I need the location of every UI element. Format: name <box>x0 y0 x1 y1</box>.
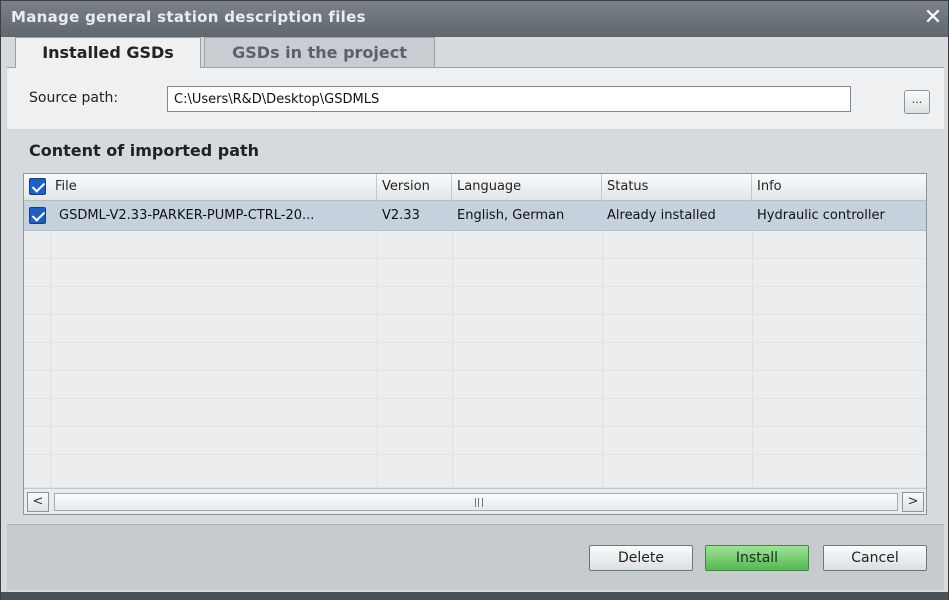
empty-row <box>24 371 926 399</box>
empty-row <box>24 315 926 343</box>
browse-button[interactable]: ... <box>904 90 930 114</box>
install-button[interactable]: Install <box>705 545 809 571</box>
button-bar: Delete Install Cancel <box>7 524 944 590</box>
source-panel: Source path: ... <box>7 67 944 129</box>
dialog-window: Manage general station description files… <box>0 0 949 600</box>
window-title: Manage general station description files <box>11 8 366 26</box>
table-header: File Version Language Status Info <box>24 174 926 201</box>
empty-row <box>24 343 926 371</box>
select-all-checkbox[interactable] <box>29 178 46 195</box>
column-file[interactable]: File <box>50 174 377 201</box>
column-version[interactable]: Version <box>377 174 452 201</box>
source-path-label: Source path: <box>29 90 119 106</box>
grip-icon <box>475 498 483 507</box>
cell-file: GSDML-V2.33-PARKER-PUMP-CTRL-20... <box>59 208 315 223</box>
cell-version: V2.33 <box>382 208 420 223</box>
scroll-left-icon[interactable]: < <box>27 492 49 512</box>
title-bar: Manage general station description files… <box>1 1 948 37</box>
column-divider <box>452 231 453 491</box>
column-info[interactable]: Info <box>752 174 926 201</box>
window-border-bottom <box>1 592 948 600</box>
delete-button[interactable]: Delete <box>589 545 693 571</box>
empty-row <box>24 287 926 315</box>
cell-language: English, German <box>457 208 565 223</box>
cancel-button[interactable]: Cancel <box>823 545 927 571</box>
tab-gsds-in-project[interactable]: GSDs in the project <box>204 37 435 68</box>
table-row[interactable]: GSDML-V2.33-PARKER-PUMP-CTRL-20... V2.33… <box>24 201 926 231</box>
cell-info: Hydraulic controller <box>757 208 885 223</box>
source-path-input[interactable] <box>167 86 851 112</box>
empty-row <box>24 399 926 427</box>
gsd-table: File Version Language Status Info GSDML-… <box>23 173 927 515</box>
column-divider <box>50 231 51 491</box>
column-status[interactable]: Status <box>602 174 752 201</box>
column-language[interactable]: Language <box>452 174 602 201</box>
content-title: Content of imported path <box>29 141 260 160</box>
scrollbar-thumb[interactable] <box>54 493 898 511</box>
content-panel: Content of imported path File Version La… <box>7 129 944 524</box>
column-divider <box>377 231 378 491</box>
empty-row <box>24 231 926 259</box>
row-checkbox[interactable] <box>29 207 46 224</box>
scroll-right-icon[interactable]: > <box>902 492 924 512</box>
horizontal-scrollbar[interactable]: < > <box>24 488 926 514</box>
column-divider <box>602 231 603 491</box>
empty-row <box>24 455 926 488</box>
close-icon[interactable]: ✕ <box>920 7 946 31</box>
empty-row <box>24 427 926 455</box>
column-divider <box>752 231 753 491</box>
cell-status: Already installed <box>607 208 716 223</box>
empty-row <box>24 259 926 287</box>
tab-installed-gsds[interactable]: Installed GSDs <box>15 37 201 68</box>
